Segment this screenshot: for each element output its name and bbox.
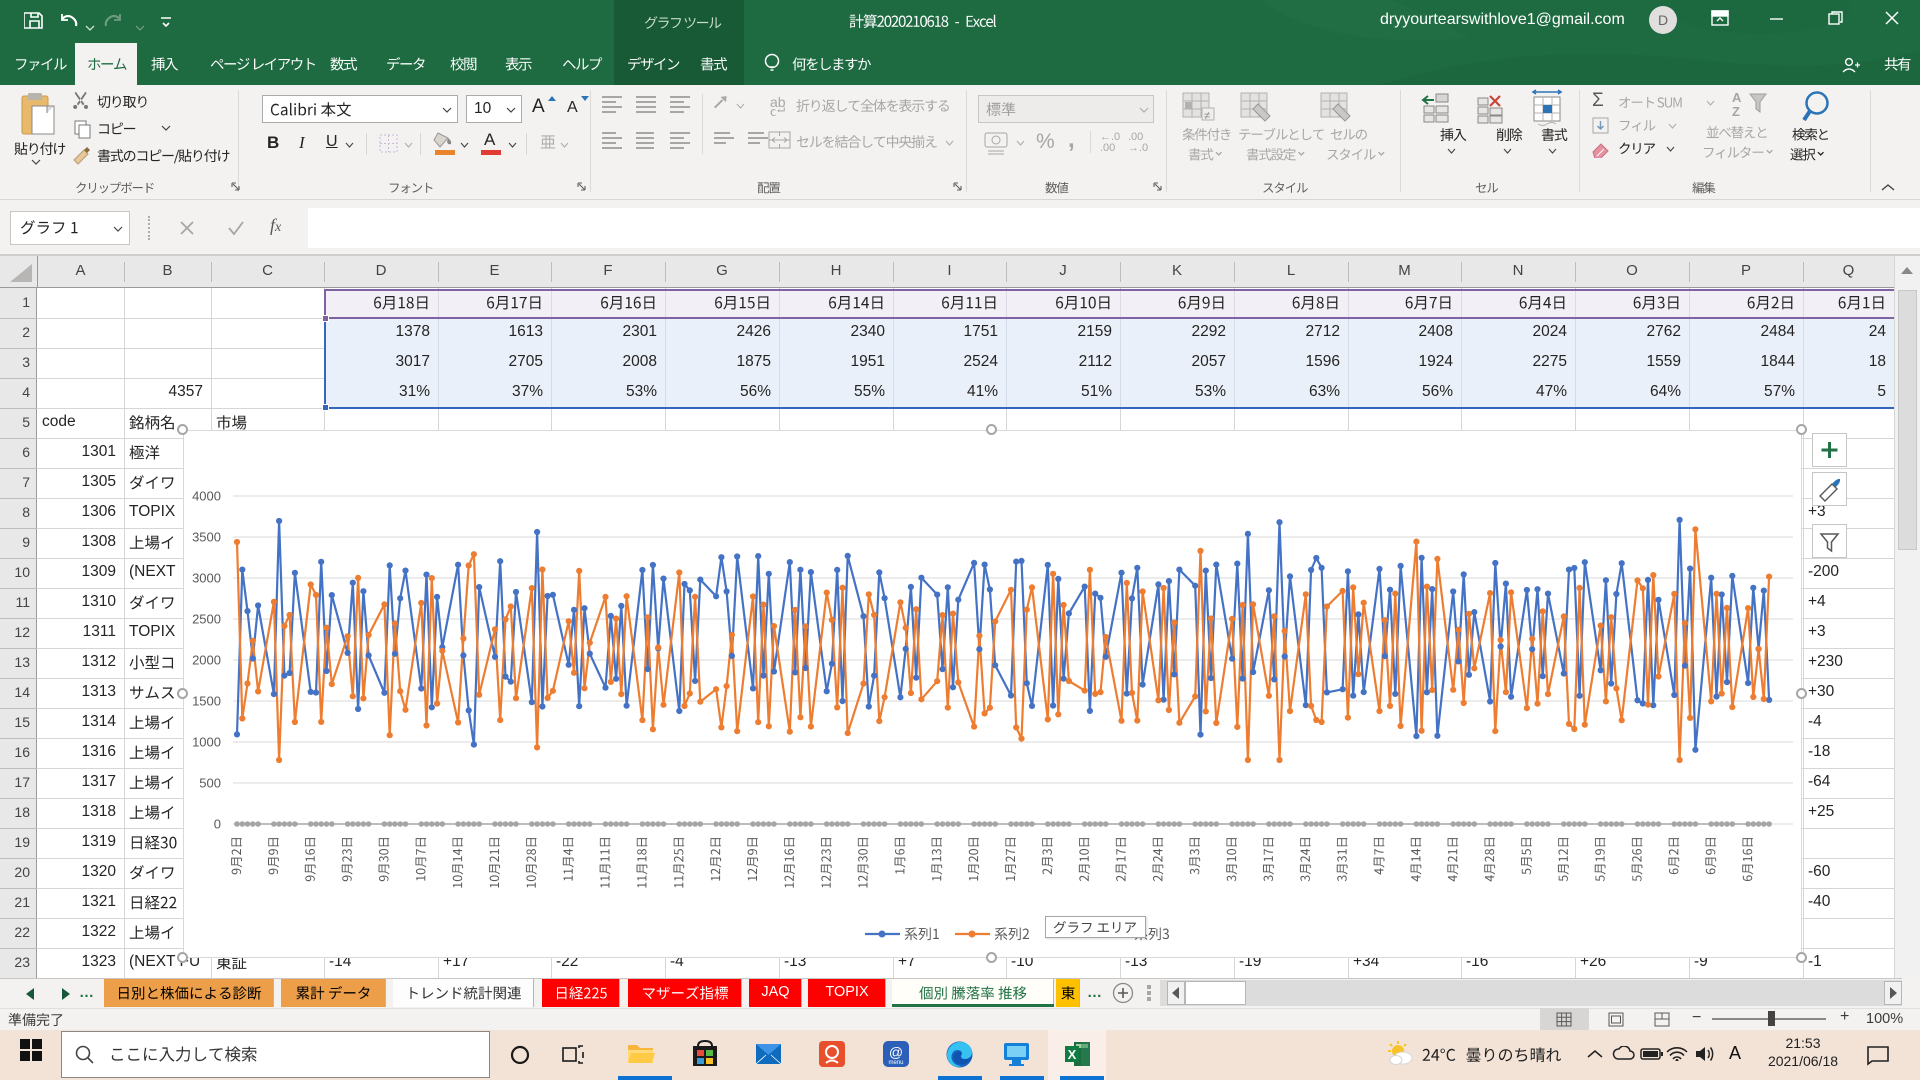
svg-text:2000: 2000: [192, 653, 221, 668]
svg-text:0: 0: [214, 817, 221, 832]
svg-text:1500: 1500: [192, 694, 221, 709]
svg-text:500: 500: [199, 776, 221, 791]
svg-text:2500: 2500: [192, 612, 221, 627]
svg-text:3000: 3000: [192, 571, 221, 586]
svg-text:X: X: [1068, 1047, 1077, 1062]
svg-text:4000: 4000: [192, 489, 221, 504]
svg-text:≠: ≠: [1204, 110, 1210, 122]
svg-text:@: @: [889, 1044, 903, 1060]
svg-text:menu: menu: [888, 1060, 903, 1066]
svg-text:1000: 1000: [192, 735, 221, 750]
svg-text:3500: 3500: [192, 530, 221, 545]
